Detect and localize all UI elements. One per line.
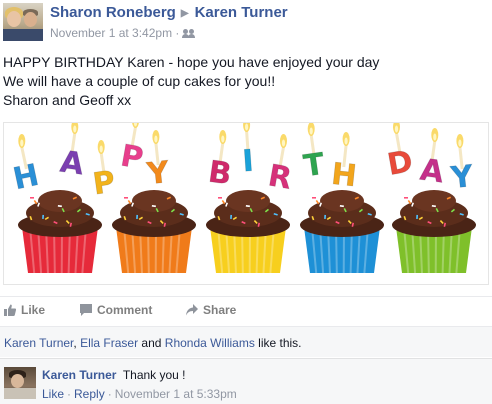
- birthday-letter: A: [58, 145, 87, 183]
- sprinkle: [312, 197, 316, 199]
- liker-link-2[interactable]: Ella Fraser: [80, 336, 138, 350]
- flame-core: [100, 146, 103, 153]
- birthday-letter: R: [265, 158, 294, 196]
- birthday-letter: A: [418, 153, 447, 191]
- birthday-letter: H: [10, 158, 42, 197]
- birthday-letter: D: [385, 144, 416, 183]
- post-line-3: Sharon and Geoff xx: [3, 91, 379, 110]
- sprinkle: [42, 215, 44, 219]
- share-arrow-icon: [186, 304, 198, 316]
- flame-core: [154, 136, 157, 143]
- flame-core: [458, 140, 461, 147]
- post-timestamp[interactable]: November 1 at 3:42pm: [50, 26, 172, 40]
- birthday-letter: T: [301, 147, 327, 185]
- comment-text: Thank you !: [123, 368, 186, 382]
- post-line-2: We will have a couple of cup cakes for y…: [3, 72, 379, 91]
- liker-link-1[interactable]: Karen Turner: [4, 336, 73, 350]
- like-label: Like: [21, 303, 45, 317]
- post-actions-bar: Like Comment Share: [0, 296, 492, 323]
- comment-meta: Like·Reply·November 1 at 5:33pm: [42, 387, 237, 401]
- frosting-top: [412, 190, 456, 212]
- birthday-letter: P: [118, 138, 146, 176]
- flame-core: [20, 140, 23, 147]
- flame-core: [433, 134, 436, 141]
- comment-body: Karen Turner Thank you !: [42, 368, 186, 382]
- sprinkle: [404, 197, 408, 199]
- sprinkle: [324, 215, 326, 219]
- target-name-link[interactable]: Karen Turner: [195, 4, 288, 21]
- post-message: HAPPY BIRTHDAY Karen - hope you have enj…: [3, 53, 379, 110]
- liker-link-3[interactable]: Rhonda Williams: [165, 336, 255, 350]
- sprinkle: [218, 197, 222, 199]
- comment-reply-link[interactable]: Reply: [74, 387, 105, 401]
- comment-timestamp[interactable]: November 1 at 5:33pm: [115, 387, 237, 401]
- comment-button[interactable]: Comment: [80, 303, 152, 317]
- share-button[interactable]: Share: [186, 303, 236, 317]
- sprinkle: [124, 197, 128, 199]
- post-line-1: HAPPY BIRTHDAY Karen - hope you have enj…: [3, 53, 379, 72]
- sprinkle: [230, 215, 232, 219]
- frosting-top: [132, 190, 176, 212]
- comment-item: Karen Turner Thank you ! Like·Reply·Nove…: [0, 358, 492, 404]
- comment-separator-2: ·: [108, 387, 112, 401]
- meta-separator: ·: [175, 26, 179, 40]
- comment-author-link[interactable]: Karen Turner: [42, 368, 116, 382]
- frosting-top: [226, 190, 270, 212]
- comment-label: Comment: [97, 303, 152, 317]
- birthday-letter: B: [206, 155, 234, 193]
- comment-separator-1: ·: [67, 387, 71, 401]
- likes-comma: ,: [73, 336, 76, 350]
- frosting-top: [38, 190, 82, 212]
- commenter-avatar[interactable]: [4, 367, 36, 399]
- likes-text: Karen Turner, Ella Fraser and Rhonda Wil…: [4, 336, 302, 350]
- post-meta: November 1 at 3:42pm ·: [50, 26, 195, 40]
- post-photo[interactable]: HAPPYBIRTHDAY: [3, 122, 489, 285]
- flame-core: [345, 138, 348, 145]
- flame-core: [221, 136, 224, 143]
- likes-suffix: like this.: [258, 336, 301, 350]
- comment-bubble-icon: [80, 304, 92, 316]
- thumbs-up-icon: [4, 304, 16, 316]
- sprinkle: [30, 197, 34, 199]
- sprinkle: [136, 215, 138, 219]
- flame-core: [282, 140, 285, 147]
- author-line: Sharon Roneberg ▶ Karen Turner: [50, 4, 288, 21]
- comment-like-link[interactable]: Like: [42, 387, 64, 401]
- flame-core: [245, 124, 248, 131]
- birthday-letter: P: [91, 165, 118, 203]
- likes-summary: Karen Turner, Ella Fraser and Rhonda Wil…: [0, 326, 492, 357]
- birthday-letter: H: [330, 157, 359, 194]
- frosting-top: [320, 190, 364, 212]
- friends-icon[interactable]: [183, 29, 195, 38]
- like-button[interactable]: Like: [4, 303, 45, 317]
- sprinkle: [416, 215, 418, 219]
- birthday-letter: I: [241, 144, 255, 180]
- share-label: Share: [203, 303, 236, 317]
- birthday-cupcakes-image: HAPPYBIRTHDAY: [4, 123, 488, 284]
- author-name-link[interactable]: Sharon Roneberg: [50, 4, 176, 21]
- birthday-letter: Y: [144, 155, 172, 192]
- likes-and: and: [141, 336, 161, 350]
- flame-core: [395, 126, 398, 133]
- post-header: Sharon Roneberg ▶ Karen Turner November 1 …: [0, 0, 492, 44]
- flame-core: [310, 128, 313, 135]
- birthday-letter: Y: [448, 159, 476, 196]
- flame-core: [73, 126, 76, 133]
- arrow-right-icon: ▶: [181, 8, 189, 19]
- author-avatar[interactable]: [3, 3, 43, 41]
